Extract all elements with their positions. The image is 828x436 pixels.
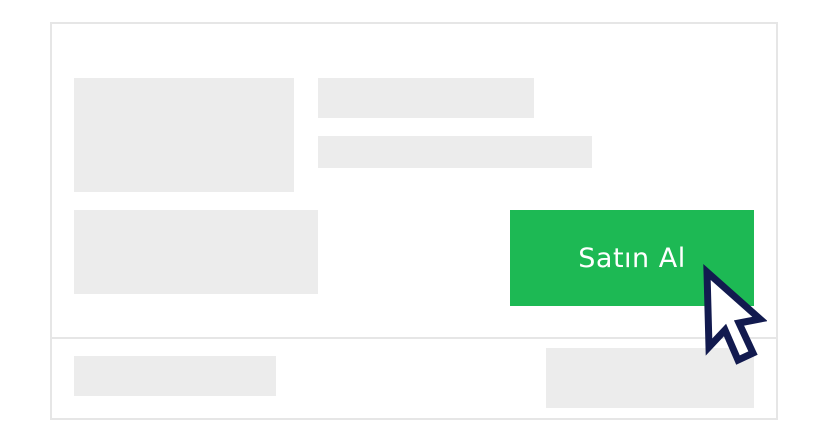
footer-text-placeholder <box>74 356 276 396</box>
product-title-placeholder <box>318 78 534 118</box>
product-info-placeholder <box>74 210 318 294</box>
page: Satın Al <box>0 0 828 436</box>
product-subtitle-placeholder <box>318 136 592 168</box>
product-image-placeholder <box>74 78 294 192</box>
mouse-pointer-icon <box>703 264 767 365</box>
card-divider <box>52 337 776 339</box>
product-card: Satın Al <box>50 22 778 420</box>
